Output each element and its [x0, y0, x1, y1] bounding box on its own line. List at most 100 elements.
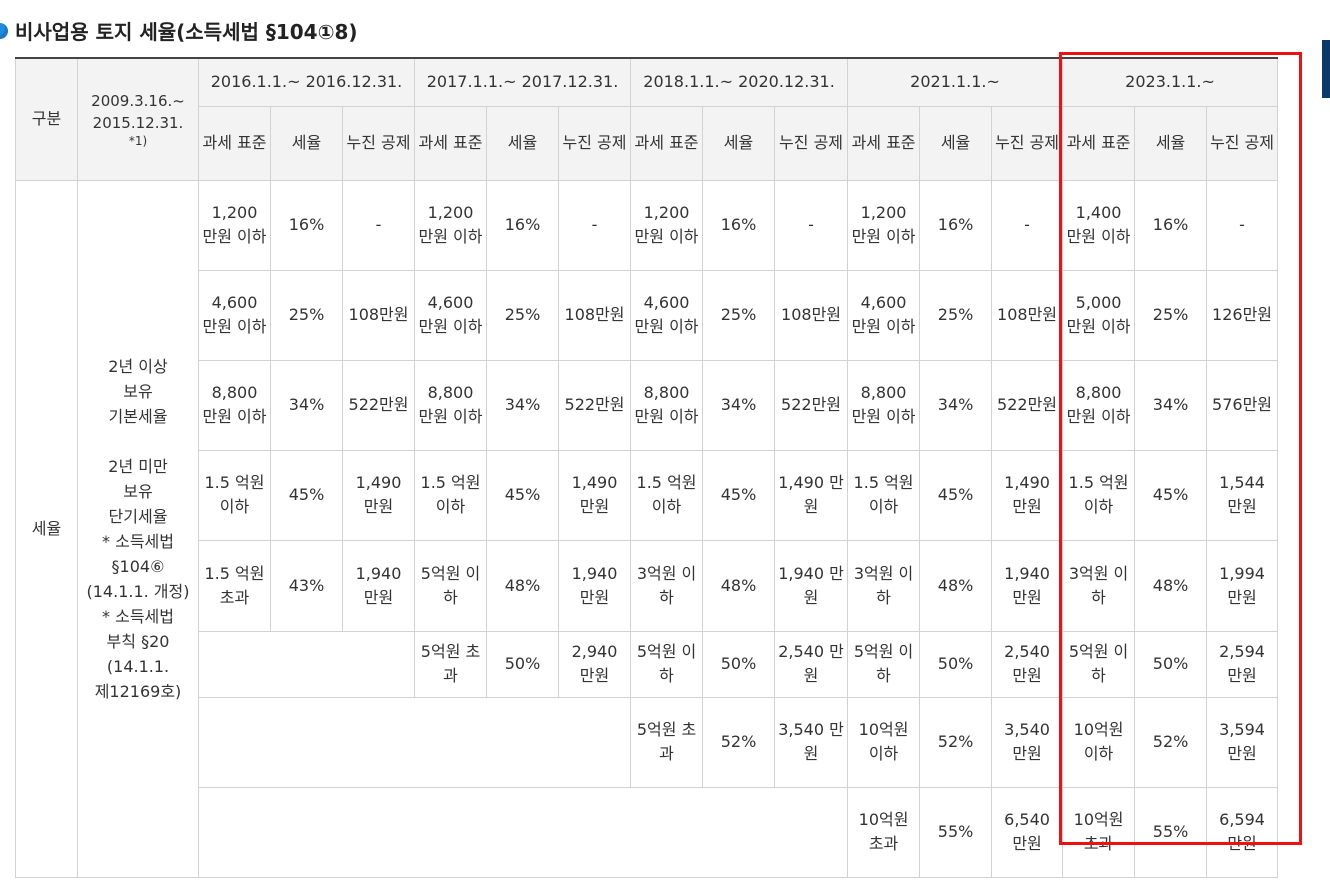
header-tax-base: 과세 표준: [414, 105, 488, 181]
header-category: 구분: [15, 57, 78, 181]
deduction-cell: 1,940 만원: [558, 539, 632, 632]
table-row: 8,800 만원 이하 34% 522만원 8,800 만원 이하 34% 522만원 8,…: [16, 359, 1279, 451]
deduction-cell: 3,540 만원: [991, 696, 1064, 788]
header-tax-base: 과세 표준: [1062, 105, 1136, 181]
category-line: 기본세율: [108, 406, 168, 426]
header-tax-base: 과세 표준: [198, 105, 271, 181]
deduction-cell: 522만원: [774, 359, 849, 451]
deduction-cell: 2,594 만원: [1206, 630, 1279, 698]
deduction-cell: 522만원: [341, 359, 416, 451]
deduction-cell: 1,544 만원: [1206, 449, 1279, 541]
header-period: 2017.1.1.~ 2017.12.31.: [414, 57, 632, 107]
tax-rate-cell: 45%: [1134, 449, 1208, 541]
deduction-cell: -: [558, 179, 632, 271]
deduction-cell: 522만원: [558, 359, 632, 451]
header-progressive-deduction: 누진 공제: [774, 105, 849, 181]
header-period-2009-line2: 2015.12.31.: [92, 114, 184, 133]
tax-rate-cell: 34%: [702, 359, 776, 451]
deduction-cell: -: [774, 179, 849, 271]
tax-base-cell: 5억원 이하: [630, 630, 704, 698]
tax-rate-cell: 45%: [919, 449, 993, 541]
tax-base-cell: 8,800 만원 이하: [1062, 359, 1136, 451]
header-tax-rate: 세율: [919, 105, 993, 181]
tax-rate-cell: 48%: [702, 539, 776, 632]
category-line: [81, 429, 195, 454]
tax-base-cell: 8,800 만원 이하: [198, 359, 271, 451]
table-row: 4,600 만원 이하 25% 108만원 4,600 만원 이하 25% 108만원 4,…: [16, 269, 1279, 361]
tax-base-cell: 1,400 만원 이하: [1062, 179, 1136, 271]
header-period-2009-line1: 2009.3.16.~: [91, 92, 185, 111]
tax-rate-cell: 50%: [1134, 630, 1208, 698]
tax-base-cell: 10억원 초과: [1062, 786, 1136, 878]
deduction-cell: 108만원: [991, 269, 1064, 361]
header-progressive-deduction: 누진 공제: [341, 105, 416, 181]
table-row: 1.5 억원 초과 43% 1,940 만원 5억원 이하 48% 1,940 만원 3억원…: [16, 539, 1279, 632]
header-period: 2021.1.1.~: [847, 57, 1064, 107]
deduction-cell: 3,594 만원: [1206, 696, 1279, 788]
tax-rate-cell: 45%: [486, 449, 560, 541]
tax-base-cell: 3억원 이하: [630, 539, 704, 632]
tax-base-cell: 5억원 이하: [414, 539, 488, 632]
table-body: 세율 2년 이상 보유 기본세율 2년 미만 보유 단기세율 * 소득세법 §104⑥ (14.1…: [15, 179, 1279, 878]
footnote-marker: *1): [128, 134, 148, 149]
deduction-cell: 522만원: [991, 359, 1064, 451]
tax-rate-cell: 43%: [270, 539, 343, 632]
tax-base-cell: 4,600 만원 이하: [847, 269, 921, 361]
category-line: 보유: [123, 381, 153, 401]
deduction-cell: -: [341, 179, 416, 271]
deduction-cell: 126만원: [1206, 269, 1279, 361]
deduction-cell: 2,540 만원: [774, 630, 849, 698]
header-tax-rate: 세율: [702, 105, 776, 181]
tax-rate-cell: 16%: [1134, 179, 1208, 271]
tax-rate-cell: 16%: [486, 179, 560, 271]
page-title: 비사업용 토지 세율(소득세법 §104①8): [15, 20, 358, 44]
deduction-cell: 3,540 만원: [774, 696, 849, 788]
tax-rate-cell: 25%: [1134, 269, 1208, 361]
category-line: (14.1.1.: [106, 656, 170, 676]
deduction-cell: -: [991, 179, 1064, 271]
tax-rate-cell: 55%: [919, 786, 993, 878]
category-line: 2년 이상: [108, 356, 168, 376]
tax-base-cell: 5억원 초과: [630, 696, 704, 788]
deduction-cell: 108만원: [341, 269, 416, 361]
category-line: * 소득세법: [102, 606, 174, 626]
tax-rate-cell: 52%: [919, 696, 993, 788]
tax-base-cell: 1,200 만원 이하: [198, 179, 271, 271]
tax-base-cell: 1,200 만원 이하: [847, 179, 921, 271]
tax-rate-cell: 50%: [702, 630, 776, 698]
category-line: 2년 미만: [108, 456, 168, 476]
tax-rate-cell: 45%: [702, 449, 776, 541]
tax-base-cell: 10억원 이하: [1062, 696, 1136, 788]
tax-base-cell: 1.5 억원 초과: [198, 539, 271, 632]
tax-rate-cell: 34%: [486, 359, 560, 451]
deduction-cell: 1,940 만원: [341, 539, 416, 632]
category-line: 제12169호): [94, 681, 182, 701]
tax-base-cell: 4,600 만원 이하: [198, 269, 271, 361]
deduction-cell: 1,490 만원: [774, 449, 849, 541]
deduction-cell: 108만원: [558, 269, 632, 361]
tax-base-cell: 5,000 만원 이하: [1062, 269, 1136, 361]
header-tax-rate: 세율: [1134, 105, 1208, 181]
deduction-cell: 1,940 만원: [991, 539, 1064, 632]
category-line: §104⑥: [111, 556, 165, 576]
tax-base-cell: 10억원 초과: [847, 786, 921, 878]
table-row: 5억원 초과 50% 2,940 만원 5억원 이하 50% 2,540 만원 5억원 이하…: [16, 630, 1279, 698]
tax-rate-cell: 48%: [486, 539, 560, 632]
tax-rate-cell: 25%: [702, 269, 776, 361]
side-tab-edge: [1322, 40, 1330, 98]
deduction-cell: 1,490 만원: [991, 449, 1064, 541]
tax-base-cell: 3억원 이하: [1062, 539, 1136, 632]
table-row: 세율 2년 이상 보유 기본세율 2년 미만 보유 단기세율 * 소득세법 §104⑥ (14.1…: [15, 179, 1279, 878]
tax-rate-cell: 45%: [270, 449, 343, 541]
header-period: 2023.1.1.~: [1062, 57, 1279, 107]
header-progressive-deduction: 누진 공제: [558, 105, 632, 181]
tax-base-cell: 3억원 이하: [847, 539, 921, 632]
tax-base-cell: 1.5 억원 이하: [1062, 449, 1136, 541]
category-line: (14.1.1. 개정): [86, 581, 190, 601]
empty-cell: [197, 630, 416, 698]
deduction-cell: 108만원: [774, 269, 849, 361]
category-line: * 소득세법: [102, 531, 174, 551]
tax-rate-cell: 25%: [919, 269, 993, 361]
header-tax-rate: 세율: [270, 105, 343, 181]
deduction-cell: 6,540 만원: [991, 786, 1064, 878]
